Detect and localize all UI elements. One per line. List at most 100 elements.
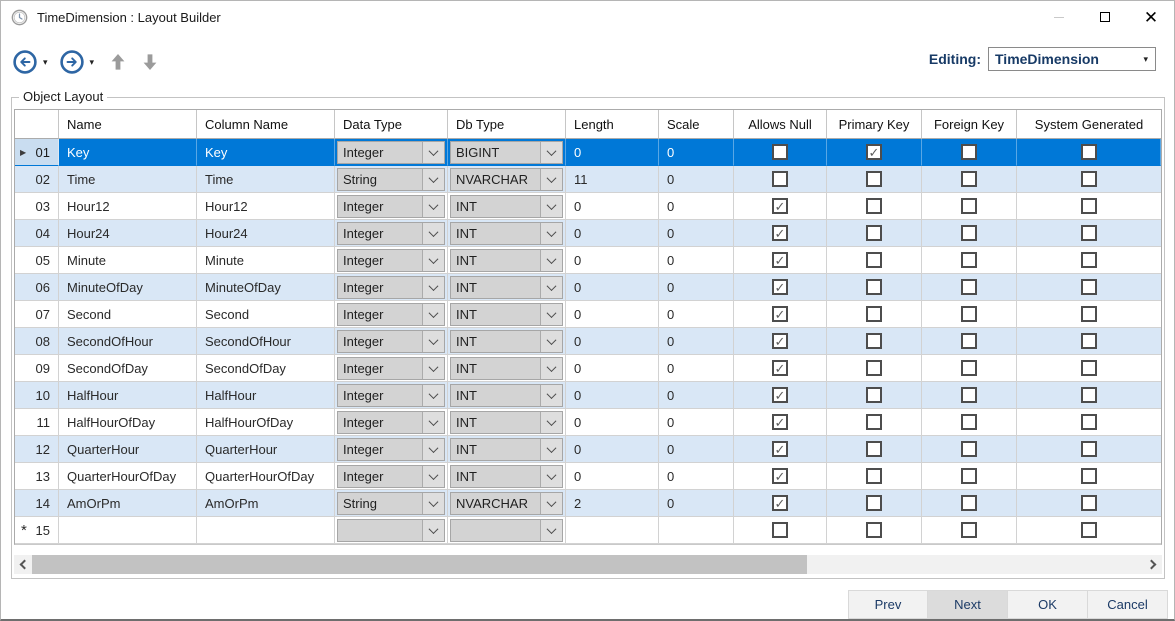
allows-null-checkbox[interactable] — [772, 144, 788, 160]
allows-null-checkbox[interactable]: ✓ — [772, 414, 788, 430]
data-type-dropdown[interactable]: Integer — [337, 438, 445, 461]
data-type-dropdown[interactable] — [337, 519, 445, 542]
foreign-key-checkbox[interactable] — [961, 414, 977, 430]
column-name-cell[interactable]: AmOrPm — [197, 490, 335, 517]
row-header[interactable]: 10 — [15, 382, 59, 409]
db-type-dropdown-button[interactable] — [540, 142, 562, 163]
column-name-cell[interactable]: QuarterHour — [197, 436, 335, 463]
allows-null-checkbox[interactable]: ✓ — [772, 468, 788, 484]
row-header[interactable]: 02 — [15, 166, 59, 193]
system-generated-checkbox[interactable] — [1081, 279, 1097, 295]
data-type-dropdown[interactable]: Integer — [337, 222, 445, 245]
scale-cell[interactable]: 0 — [659, 382, 734, 409]
name-cell[interactable] — [59, 517, 197, 544]
primary-key-checkbox[interactable] — [866, 441, 882, 457]
allows-null-checkbox[interactable]: ✓ — [772, 279, 788, 295]
primary-key-checkbox[interactable] — [866, 495, 882, 511]
db-type-dropdown-button[interactable] — [540, 439, 562, 460]
name-cell[interactable]: Hour12 — [59, 193, 197, 220]
data-type-dropdown-button[interactable] — [422, 520, 444, 541]
foreign-key-checkbox[interactable] — [961, 198, 977, 214]
column-name-cell[interactable]: HalfHour — [197, 382, 335, 409]
foreign-key-checkbox[interactable] — [961, 441, 977, 457]
primary-key-checkbox[interactable] — [866, 225, 882, 241]
data-type-dropdown-button[interactable] — [422, 304, 444, 325]
primary-key-checkbox[interactable] — [866, 198, 882, 214]
allows-null-checkbox[interactable]: ✓ — [772, 495, 788, 511]
data-type-dropdown[interactable]: Integer — [337, 276, 445, 299]
db-type-dropdown-button[interactable] — [540, 304, 562, 325]
system-generated-checkbox[interactable] — [1081, 198, 1097, 214]
db-type-dropdown[interactable]: INT — [450, 411, 563, 434]
system-generated-checkbox[interactable] — [1081, 414, 1097, 430]
row-header[interactable]: 12 — [15, 436, 59, 463]
name-cell[interactable]: Time — [59, 166, 197, 193]
name-cell[interactable]: HalfHourOfDay — [59, 409, 197, 436]
system-generated-checkbox[interactable] — [1081, 495, 1097, 511]
close-button[interactable]: ✕ — [1128, 1, 1174, 33]
column-name-cell[interactable]: Hour24 — [197, 220, 335, 247]
db-type-dropdown[interactable]: INT — [450, 357, 563, 380]
data-type-dropdown[interactable]: Integer — [337, 195, 445, 218]
data-type-dropdown-button[interactable] — [422, 223, 444, 244]
db-type-dropdown-button[interactable] — [540, 466, 562, 487]
data-type-dropdown-button[interactable] — [422, 169, 444, 190]
back-dropdown-icon[interactable]: ▾ — [43, 57, 48, 68]
length-cell[interactable]: 0 — [566, 220, 659, 247]
maximize-button[interactable] — [1082, 1, 1128, 33]
system-generated-checkbox[interactable] — [1081, 252, 1097, 268]
db-type-dropdown[interactable]: INT — [450, 330, 563, 353]
primary-key-checkbox[interactable] — [866, 387, 882, 403]
column-name-cell[interactable]: QuarterHourOfDay — [197, 463, 335, 490]
editing-combobox[interactable]: TimeDimension ▾ — [988, 47, 1156, 71]
row-header[interactable]: 05 — [15, 247, 59, 274]
column-header-system-generated[interactable]: System Generated — [1017, 110, 1161, 139]
foreign-key-checkbox[interactable] — [961, 468, 977, 484]
foreign-key-checkbox[interactable] — [961, 144, 977, 160]
forward-dropdown-icon[interactable]: ▾ — [90, 57, 95, 68]
db-type-dropdown-button[interactable] — [540, 250, 562, 271]
foreign-key-checkbox[interactable] — [961, 333, 977, 349]
db-type-dropdown-button[interactable] — [540, 277, 562, 298]
column-name-cell[interactable]: Time — [197, 166, 335, 193]
data-type-dropdown[interactable]: Integer — [337, 330, 445, 353]
data-type-dropdown[interactable]: String — [337, 168, 445, 191]
data-type-dropdown[interactable]: Integer — [337, 357, 445, 380]
name-cell[interactable]: Second — [59, 301, 197, 328]
primary-key-checkbox[interactable] — [866, 252, 882, 268]
db-type-dropdown-button[interactable] — [540, 493, 562, 514]
allows-null-checkbox[interactable]: ✓ — [772, 306, 788, 322]
column-header-length[interactable]: Length — [566, 110, 659, 139]
primary-key-checkbox[interactable]: ✓ — [866, 144, 882, 160]
row-header[interactable]: *15 — [15, 517, 59, 544]
scale-cell[interactable]: 0 — [659, 463, 734, 490]
column-name-cell[interactable]: SecondOfHour — [197, 328, 335, 355]
allows-null-checkbox[interactable]: ✓ — [772, 360, 788, 376]
system-generated-checkbox[interactable] — [1081, 360, 1097, 376]
name-cell[interactable]: Key — [59, 139, 197, 166]
foreign-key-checkbox[interactable] — [961, 495, 977, 511]
row-header[interactable]: 14 — [15, 490, 59, 517]
data-type-dropdown-button[interactable] — [422, 466, 444, 487]
name-cell[interactable]: SecondOfDay — [59, 355, 197, 382]
row-header[interactable]: 06 — [15, 274, 59, 301]
system-generated-checkbox[interactable] — [1081, 306, 1097, 322]
db-type-dropdown-button[interactable] — [540, 358, 562, 379]
row-header[interactable]: 03 — [15, 193, 59, 220]
scroll-left-button[interactable] — [14, 555, 32, 574]
system-generated-checkbox[interactable] — [1081, 171, 1097, 187]
name-cell[interactable]: QuarterHour — [59, 436, 197, 463]
move-up-button[interactable] — [110, 53, 126, 71]
db-type-dropdown-button[interactable] — [540, 196, 562, 217]
foreign-key-checkbox[interactable] — [961, 387, 977, 403]
scale-cell[interactable] — [659, 517, 734, 544]
name-cell[interactable]: AmOrPm — [59, 490, 197, 517]
primary-key-checkbox[interactable] — [866, 414, 882, 430]
db-type-dropdown[interactable]: INT — [450, 249, 563, 272]
column-name-cell[interactable]: SecondOfDay — [197, 355, 335, 382]
db-type-dropdown[interactable]: INT — [450, 195, 563, 218]
data-type-dropdown-button[interactable] — [422, 385, 444, 406]
db-type-dropdown[interactable]: NVARCHAR — [450, 492, 563, 515]
scale-cell[interactable]: 0 — [659, 328, 734, 355]
db-type-dropdown-button[interactable] — [540, 385, 562, 406]
